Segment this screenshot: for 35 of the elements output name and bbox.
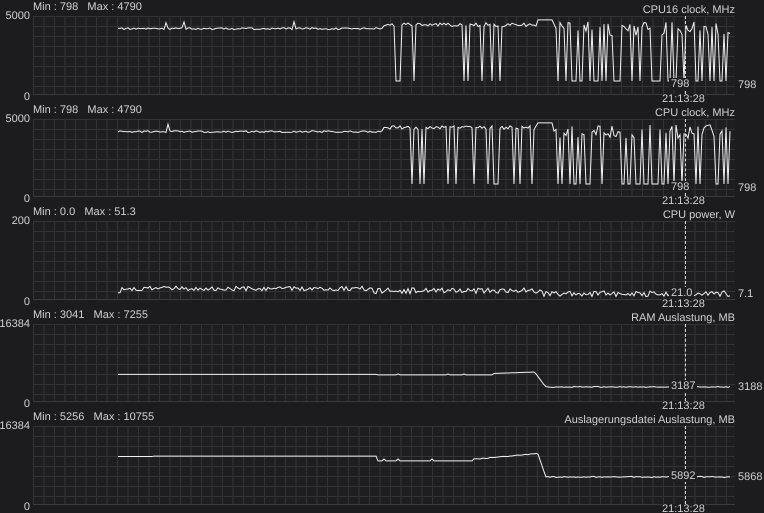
cursor-value: 3187	[669, 380, 698, 392]
cursor-time: 21:13:28	[662, 94, 705, 105]
axis-label: 0	[24, 90, 30, 103]
min-max-text: Min : 798 Max : 4790	[33, 1, 142, 13]
axis-label: 0	[24, 398, 30, 410]
graph-title: CPU clock, MHz	[654, 106, 735, 119]
current-value: 7.1	[738, 288, 754, 300]
axis-label: 200	[12, 215, 30, 228]
axis-label: 5000	[6, 10, 30, 22]
min-max-text: Min : 3041 Max : 7255	[33, 308, 148, 321]
cursor-value: 5892	[669, 470, 698, 482]
cursor-time: 21:13:28	[662, 298, 705, 310]
current-value: 798	[738, 182, 756, 194]
current-value: 798	[738, 79, 756, 92]
graph-title: CPU power, W	[662, 209, 735, 222]
axis-label: 0	[24, 500, 30, 513]
graph-title: Auslagerungsdatei Auslastung, MB	[564, 414, 735, 426]
axis-label: 0	[24, 296, 30, 308]
current-value: 3188	[738, 380, 762, 393]
current-value: 5868	[738, 470, 762, 483]
cursor-value: 21.0	[669, 286, 694, 299]
min-max-text: Min : 5256 Max : 10755	[33, 411, 154, 424]
axis-label: 0	[24, 193, 30, 206]
min-max-text: Min : 798 Max : 4790	[33, 104, 142, 116]
cursor-time: 21:13:28	[662, 504, 705, 513]
axis-label: 16384	[0, 318, 30, 330]
cursor-time: 21:13:28	[662, 401, 705, 412]
cursor-time: 21:13:28	[662, 196, 705, 208]
cursor-value: 798	[669, 180, 692, 193]
axis-label: 5000	[6, 112, 30, 125]
cursor-value: 798	[669, 78, 692, 90]
axis-label: 16384	[0, 420, 30, 432]
min-max-text: Min : 0.0 Max : 51.3	[33, 206, 136, 218]
graph-title: CPU16 clock, MHz	[642, 4, 735, 16]
graph-title: RAM Auslastung, MB	[631, 312, 735, 324]
